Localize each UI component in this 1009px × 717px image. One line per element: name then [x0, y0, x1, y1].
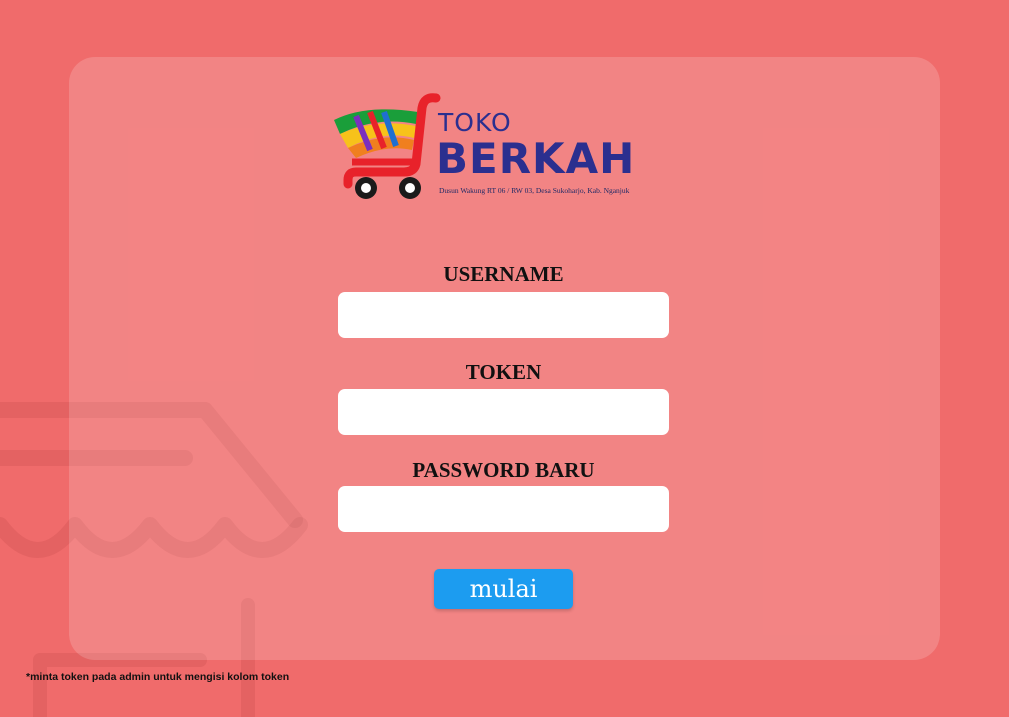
new-password-input[interactable]	[338, 486, 669, 532]
toko-berkah-logo: TOKO BERKAH Dusun Wakung RT 06 / RW 03, …	[326, 90, 666, 210]
username-input[interactable]	[338, 292, 669, 338]
new-password-label: PASSWORD BARU	[412, 458, 595, 482]
logo-berkah-text: BERKAH	[436, 134, 636, 183]
shopping-cart-icon	[334, 93, 441, 199]
logo-address: Dusun Wakung RT 06 / RW 03, Desa Sukohar…	[439, 186, 630, 195]
token-label: TOKEN	[465, 360, 542, 384]
username-label: USERNAME	[443, 262, 564, 286]
logo-toko-text: TOKO	[438, 108, 512, 137]
token-hint-note: *minta token pada admin untuk mengisi ko…	[26, 671, 290, 683]
token-input[interactable]	[338, 389, 669, 435]
start-button[interactable]: mulai	[434, 569, 573, 609]
